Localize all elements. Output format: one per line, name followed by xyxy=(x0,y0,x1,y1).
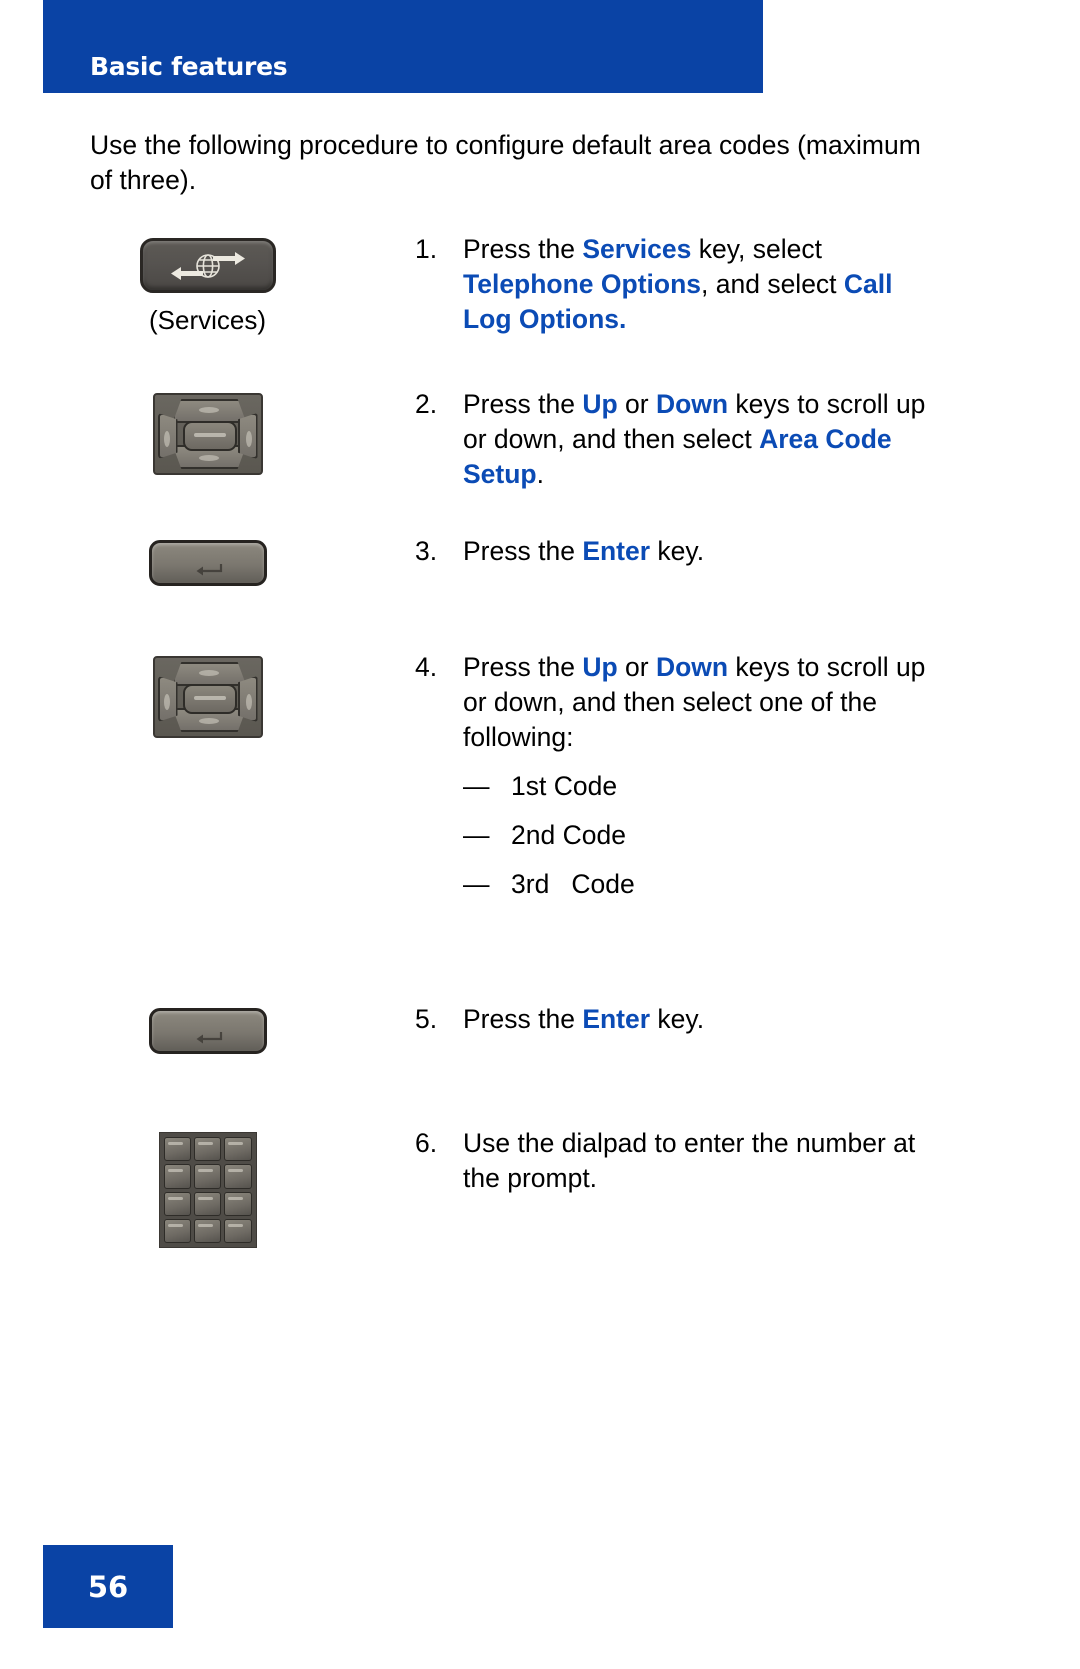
step-emphasis-text: Up xyxy=(582,652,618,682)
step-body: 5. Press the Enter key. xyxy=(415,1002,1080,1037)
navigation-cluster-key-icon xyxy=(152,656,263,738)
intro-paragraph: Use the following procedure to configure… xyxy=(90,130,921,195)
step-plain-text: key, select xyxy=(691,234,822,264)
step-body: 3. Press the Enter key. xyxy=(415,534,1080,569)
step-key-illustration-inner xyxy=(113,540,303,586)
step-option-item: — 1st Code xyxy=(463,769,940,804)
em-dash-bullet-icon: — xyxy=(463,820,490,850)
procedure-step-list: (Services) 1. Press the Services key, sele… xyxy=(0,232,1080,1248)
step-instruction-text: Press the Services key, select Telephone… xyxy=(463,232,940,337)
dialpad-keys-icon xyxy=(158,1132,257,1248)
procedure-step: 5. Press the Enter key. xyxy=(0,1002,1080,1054)
enter-key-icon xyxy=(148,1008,267,1054)
step-instruction-text: Press the Up or Down keys to scroll up o… xyxy=(463,650,940,902)
step-plain-text: or xyxy=(617,652,656,682)
step-emphasis-text: Down xyxy=(655,652,729,682)
step-plain-text: Press the xyxy=(463,652,583,682)
step-instruction-text: Use the dialpad to enter the number at t… xyxy=(463,1126,940,1196)
dialpad-key xyxy=(193,1191,222,1216)
step-option-list: — 1st Code — 2nd Code — 3rd Code xyxy=(463,769,940,902)
step-emphasis-text: Services xyxy=(582,234,692,264)
enter-key-icon xyxy=(148,540,267,586)
step-option-label: 3rd Code xyxy=(511,869,635,899)
step-emphasis-text: Down xyxy=(655,389,729,419)
step-plain-text: or xyxy=(617,389,656,419)
step-number: 2. xyxy=(415,389,438,419)
services-globe-key-icon xyxy=(139,238,276,293)
footer-page-number-box: 56 xyxy=(43,1545,173,1628)
document-page: Basic features Use the following procedu… xyxy=(0,0,1080,1669)
step-number: 3. xyxy=(415,536,438,566)
step-emphasis-text: Telephone Options xyxy=(463,269,702,299)
step-option-item: — 3rd Code xyxy=(463,867,940,902)
dialpad-key xyxy=(193,1218,222,1243)
step-body: 1. Press the Services key, select Telepho… xyxy=(415,232,1080,337)
step-key-illustration: (Services) xyxy=(0,232,415,336)
navigation-cluster-key-icon xyxy=(152,393,263,475)
step-plain-text: . xyxy=(536,459,544,489)
dialpad-key xyxy=(193,1137,222,1162)
step-key-illustration xyxy=(0,650,415,738)
em-dash-bullet-icon: — xyxy=(463,771,490,801)
dialpad-key xyxy=(224,1164,252,1189)
step-key-illustration-inner xyxy=(113,656,303,738)
dialpad-key xyxy=(163,1191,191,1216)
step-body: 4. Press the Up or Down keys to scroll up… xyxy=(415,650,1080,902)
step-key-illustration xyxy=(0,387,415,475)
step-number: 6. xyxy=(415,1128,438,1158)
step-emphasis-text: Enter xyxy=(582,1004,651,1034)
step-number: 1. xyxy=(415,234,438,264)
step-number: 4. xyxy=(415,652,438,682)
step-plain-text: Press the xyxy=(463,234,583,264)
step-plain-text: Use the dialpad to enter the number at t… xyxy=(463,1128,916,1193)
step-emphasis-text: Enter xyxy=(582,536,651,566)
step-plain-text: key. xyxy=(650,1004,705,1034)
dialpad-key xyxy=(163,1137,191,1162)
dialpad-key xyxy=(224,1191,252,1216)
step-plain-text: Press the xyxy=(463,1004,583,1034)
procedure-step: (Services) 1. Press the Services key, sele… xyxy=(0,232,1080,337)
step-instruction-text: Press the Enter key. xyxy=(463,1002,940,1037)
dialpad-key xyxy=(193,1164,222,1189)
step-key-illustration-inner xyxy=(113,393,303,475)
step-plain-text: Press the xyxy=(463,389,583,419)
procedure-step: 3. Press the Enter key. xyxy=(0,534,1080,586)
step-option-label: 1st Code xyxy=(511,771,618,801)
dialpad-key xyxy=(163,1164,191,1189)
step-key-illustration-inner: (Services) xyxy=(113,238,303,336)
step-key-illustration xyxy=(0,1002,415,1054)
step-number: 5. xyxy=(415,1004,438,1034)
dialpad-key xyxy=(224,1137,252,1162)
step-emphasis-text: Up xyxy=(582,389,618,419)
procedure-step: 4. Press the Up or Down keys to scroll up… xyxy=(0,650,1080,902)
step-key-caption: (Services) xyxy=(148,305,266,335)
step-body: 2. Press the Up or Down keys to scroll up… xyxy=(415,387,1080,492)
step-body: 6. Use the dialpad to enter the number at… xyxy=(415,1126,1080,1196)
procedure-step: 6. Use the dialpad to enter the number at… xyxy=(0,1126,1080,1248)
step-plain-text: , and select xyxy=(701,269,844,299)
page-number: 56 xyxy=(87,1569,129,1604)
step-plain-text: key. xyxy=(650,536,705,566)
step-key-illustration-inner xyxy=(113,1008,303,1054)
step-plain-text: Press the xyxy=(463,536,583,566)
step-instruction-text: Press the Enter key. xyxy=(463,534,940,569)
step-key-illustration xyxy=(0,1126,415,1248)
step-option-label: 2nd Code xyxy=(511,820,626,850)
step-option-item: — 2nd Code xyxy=(463,818,940,853)
em-dash-bullet-icon: — xyxy=(463,869,490,899)
dialpad-key xyxy=(163,1218,191,1243)
running-header-bar: Basic features xyxy=(43,0,763,93)
page-title: Basic features xyxy=(90,52,288,81)
step-key-illustration xyxy=(0,534,415,586)
dialpad-key xyxy=(224,1218,252,1243)
step-instruction-text: Press the Up or Down keys to scroll up o… xyxy=(463,387,940,492)
procedure-step: 2. Press the Up or Down keys to scroll up… xyxy=(0,387,1080,492)
step-key-illustration-inner xyxy=(113,1132,303,1248)
